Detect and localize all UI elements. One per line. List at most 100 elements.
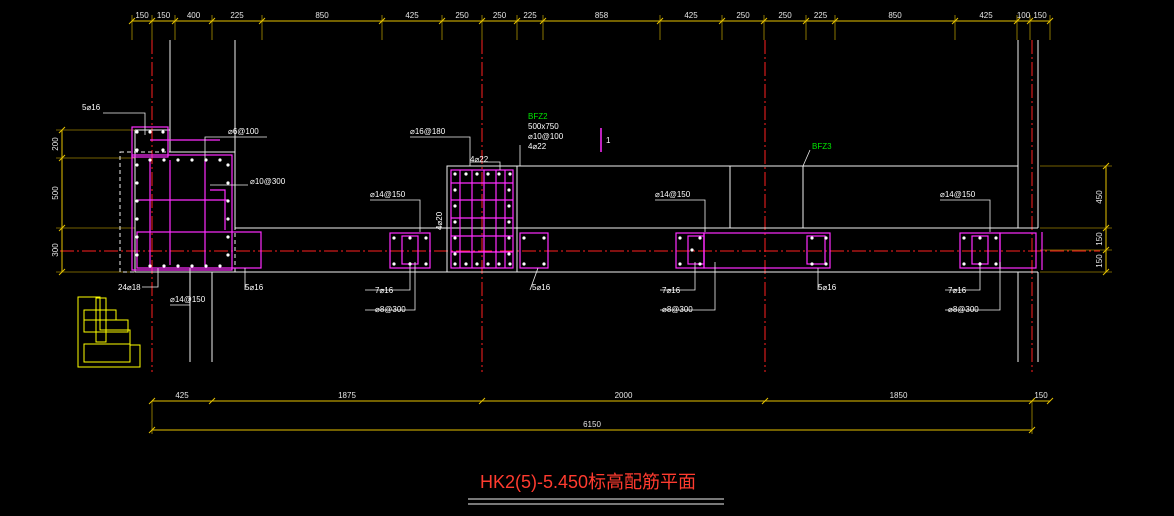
label-l17: 5⌀16 bbox=[818, 283, 837, 292]
dim-label: 400 bbox=[187, 11, 201, 20]
cad-drawing: 150 150 400 225 850 425 250 250 225 858 425 250 250 2… bbox=[51, 11, 1112, 505]
rebar-dot bbox=[507, 236, 511, 240]
rebar-dot bbox=[226, 163, 230, 167]
rebar-dot bbox=[135, 130, 139, 134]
rebar-dot bbox=[453, 204, 457, 208]
rebar-dot bbox=[453, 188, 457, 192]
rebar-dot bbox=[161, 130, 165, 134]
rebar-dot bbox=[486, 172, 490, 176]
label-l3: ⌀16@180 bbox=[410, 127, 446, 136]
label-l10: 5⌀16 bbox=[245, 283, 264, 292]
left-dimension-chain: 200 500 300 bbox=[51, 126, 135, 276]
dim-label: 425 bbox=[175, 391, 189, 400]
rebar-dot bbox=[424, 262, 428, 266]
rebar-dot bbox=[542, 236, 546, 240]
rebar-layout bbox=[131, 126, 1043, 271]
label-l13: 5⌀16 bbox=[532, 283, 551, 292]
rebar-dot bbox=[475, 262, 479, 266]
bfz2-stirrup: ⌀10@100 bbox=[528, 132, 564, 141]
bfz3-name: BFZ3 bbox=[812, 142, 832, 151]
label-l7: 4⌀20 bbox=[435, 211, 444, 230]
rebar-dot bbox=[522, 236, 526, 240]
dim-label: 225 bbox=[814, 11, 828, 20]
label-l9: ⌀14@150 bbox=[170, 295, 206, 304]
dim-label: 150 bbox=[135, 11, 149, 20]
rebar-dot bbox=[226, 217, 230, 221]
dim-label: 150 bbox=[157, 11, 171, 20]
rebar-dot bbox=[176, 264, 180, 268]
section-detail bbox=[77, 296, 141, 368]
rebar-dot bbox=[204, 264, 208, 268]
label-l8: 24⌀18 bbox=[118, 283, 141, 292]
rebar-dot bbox=[408, 236, 412, 240]
rebar-dot bbox=[678, 236, 682, 240]
drawing-title: HK2(5)-5.450标高配筋平面 bbox=[480, 472, 696, 492]
rebar-dot bbox=[486, 262, 490, 266]
rebar-dot bbox=[507, 188, 511, 192]
rebar-dot bbox=[226, 253, 230, 257]
dim-label: 150 bbox=[1095, 232, 1104, 246]
rebar-dot bbox=[678, 262, 682, 266]
rebar-dot bbox=[135, 148, 139, 152]
rebar-dot bbox=[978, 236, 982, 240]
dim-label: 150 bbox=[1095, 254, 1104, 268]
bottom-dimension-chain: 425 1875 2000 1850 150 6150 bbox=[148, 391, 1054, 434]
axis-lines bbox=[60, 40, 1100, 372]
rebar-dot bbox=[190, 158, 194, 162]
dim-label: 500 bbox=[51, 186, 60, 200]
rebar-dot bbox=[148, 158, 152, 162]
rebar-dot bbox=[994, 262, 998, 266]
rebar-dot bbox=[810, 262, 814, 266]
rebar-dot bbox=[508, 172, 512, 176]
dim-label: 850 bbox=[315, 11, 329, 20]
dim-label: 1875 bbox=[338, 391, 356, 400]
rebar-dot bbox=[392, 236, 396, 240]
rebar-dot bbox=[464, 172, 468, 176]
label-l4: 4⌀22 bbox=[470, 155, 489, 164]
rebar-dot bbox=[226, 199, 230, 203]
rebar-dot bbox=[218, 158, 222, 162]
label-l18: ⌀14@150 bbox=[940, 190, 976, 199]
dim-label: 425 bbox=[979, 11, 993, 20]
dim-label: 250 bbox=[778, 11, 792, 20]
rebar-dot bbox=[475, 172, 479, 176]
dim-label: 250 bbox=[736, 11, 750, 20]
rebar-dot bbox=[135, 253, 139, 257]
label-l16: ⌀8@300 bbox=[662, 305, 693, 314]
rebar-dot bbox=[148, 130, 152, 134]
dim-label: 100 bbox=[1017, 11, 1031, 20]
label-l6: ⌀14@150 bbox=[370, 190, 406, 199]
rebar-dot bbox=[994, 236, 998, 240]
wall-outlines bbox=[119, 40, 1039, 362]
dim-label: 250 bbox=[493, 11, 507, 20]
rebar-dot bbox=[508, 262, 512, 266]
rebar-dot bbox=[135, 199, 139, 203]
bfz2-name: BFZ2 bbox=[528, 112, 548, 121]
right-dimension-chain: 450 150 150 bbox=[1040, 162, 1112, 276]
label-l5: ⌀10@300 bbox=[250, 177, 286, 186]
label-l14: ⌀14@150 bbox=[655, 190, 691, 199]
dim-label: 250 bbox=[455, 11, 469, 20]
rebar-dot bbox=[698, 236, 702, 240]
dim-label: 858 bbox=[595, 11, 609, 20]
rebar-dot bbox=[453, 220, 457, 224]
rebar-dot bbox=[148, 264, 152, 268]
rebar-dot bbox=[226, 181, 230, 185]
bfz2-size: 500x750 bbox=[528, 122, 559, 131]
section-marker-text: 1 bbox=[606, 136, 611, 145]
dim-label: 450 bbox=[1095, 190, 1104, 204]
rebar-dot bbox=[135, 235, 139, 239]
dim-label: 200 bbox=[51, 137, 60, 151]
dim-label: 300 bbox=[51, 243, 60, 257]
rebar-dot bbox=[497, 172, 501, 176]
rebar-dot bbox=[497, 262, 501, 266]
rebar-dot bbox=[690, 248, 694, 252]
label-l20: ⌀8@300 bbox=[948, 305, 979, 314]
rebar-dot bbox=[522, 262, 526, 266]
rebar-dot bbox=[135, 163, 139, 167]
label-l12: ⌀8@300 bbox=[375, 305, 406, 314]
rebar-dot bbox=[698, 262, 702, 266]
rebar-dot bbox=[161, 148, 165, 152]
rebar-dot bbox=[424, 236, 428, 240]
rebar-dot bbox=[453, 236, 457, 240]
